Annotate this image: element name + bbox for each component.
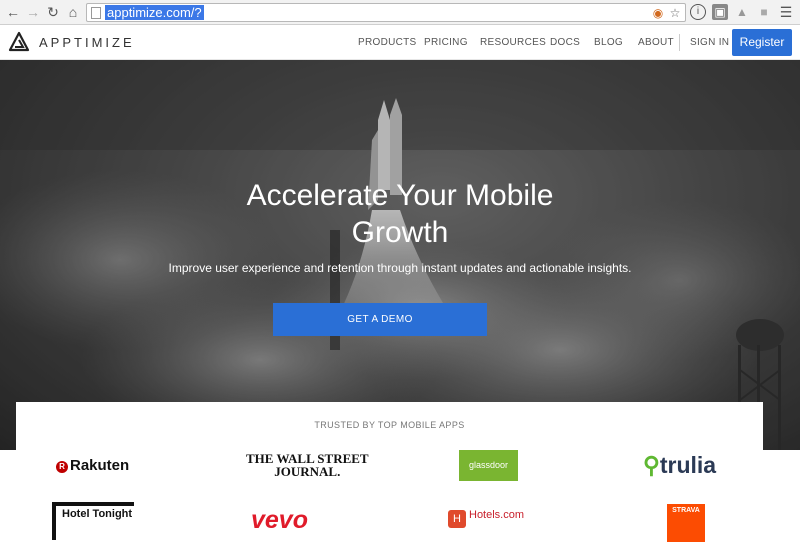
page-icon [91,7,101,19]
hotels-text: Hotels.com [469,509,525,521]
register-button[interactable]: Register [732,29,792,56]
logo-text[interactable]: APPTIMIZE [39,35,135,50]
trusted-label: TRUSTED BY TOP MOBILE APPS [314,420,465,430]
nav-about[interactable]: ABOUT [638,37,674,48]
nav-products[interactable]: PRODUCTS [358,37,417,48]
nav-pricing[interactable]: PRICING [424,37,468,48]
site-header: APPTIMIZE PRODUCTS PRICING RESOURCES DOC… [0,25,800,60]
address-bar[interactable]: apptimize.com/? ◉ ☆ [86,3,686,22]
reload-icon[interactable]: ↻ [44,3,62,21]
hoteltonight-text: Hotel Tonight [62,508,133,520]
strava-logo: STRAVA [667,504,705,542]
get-a-demo-button[interactable]: GET A DEMO [273,303,487,336]
rakuten-logo: R Rakuten [56,457,129,474]
hotels-h-icon: H [448,510,466,528]
menu-icon[interactable]: ☰ [778,4,794,20]
extension-3-icon[interactable]: ■ [756,4,772,20]
drive-icon[interactable]: ▲ [734,4,750,20]
hero-title-line1: Accelerate Your Mobile [246,179,554,212]
apptimize-logo-icon[interactable] [8,31,30,53]
trulia-pin-icon: ⚲ [643,452,660,478]
rakuten-text: Rakuten [70,457,130,474]
trulia-text: trulia [659,452,717,478]
info-icon[interactable]: i [690,4,706,20]
home-icon[interactable]: ⌂ [64,3,82,21]
hero-title-line2: Growth [351,216,449,249]
hoteltonight-logo: Hotel Tonight [52,502,134,540]
nav-blog[interactable]: BLOG [594,37,623,48]
trulia-logo: ⚲trulia [643,452,716,479]
url-text[interactable]: apptimize.com/? [105,5,204,20]
wsj-line2: JOURNAL. [274,464,341,479]
hero-title: Accelerate Your Mobile Growth [0,177,800,251]
hero-section: Accelerate Your Mobile Growth Improve us… [0,60,800,450]
trusted-by-section: TRUSTED BY TOP MOBILE APPS R Rakuten THE … [16,402,763,552]
nav-docs[interactable]: DOCS [550,37,580,48]
hero-subtitle: Improve user experience and retention th… [168,261,632,275]
shuttle-launch-image [0,60,800,450]
hotels-com-logo: H Hotels.com [448,509,524,528]
extension-2-icon[interactable]: ▣ [712,4,728,20]
extension-icon[interactable]: ◉ [651,6,665,20]
star-icon[interactable]: ☆ [668,6,682,20]
vevo-logo: vevo [251,506,308,534]
forward-icon[interactable]: → [24,3,42,21]
glassdoor-logo: glassdoor [459,450,518,481]
nav-sign-in[interactable]: SIGN IN [690,37,729,48]
strava-text: STRAVA [672,507,700,514]
nav-resources[interactable]: RESOURCES [480,37,546,48]
nav-divider [679,34,680,51]
rakuten-r-icon: R [56,461,68,473]
back-icon[interactable]: ← [4,3,22,21]
wsj-logo: THE WALL STREET JOURNAL. [246,452,369,478]
browser-toolbar: ← → ↻ ⌂ apptimize.com/? ◉ ☆ i ▣ ▲ ■ ☰ [0,0,800,25]
